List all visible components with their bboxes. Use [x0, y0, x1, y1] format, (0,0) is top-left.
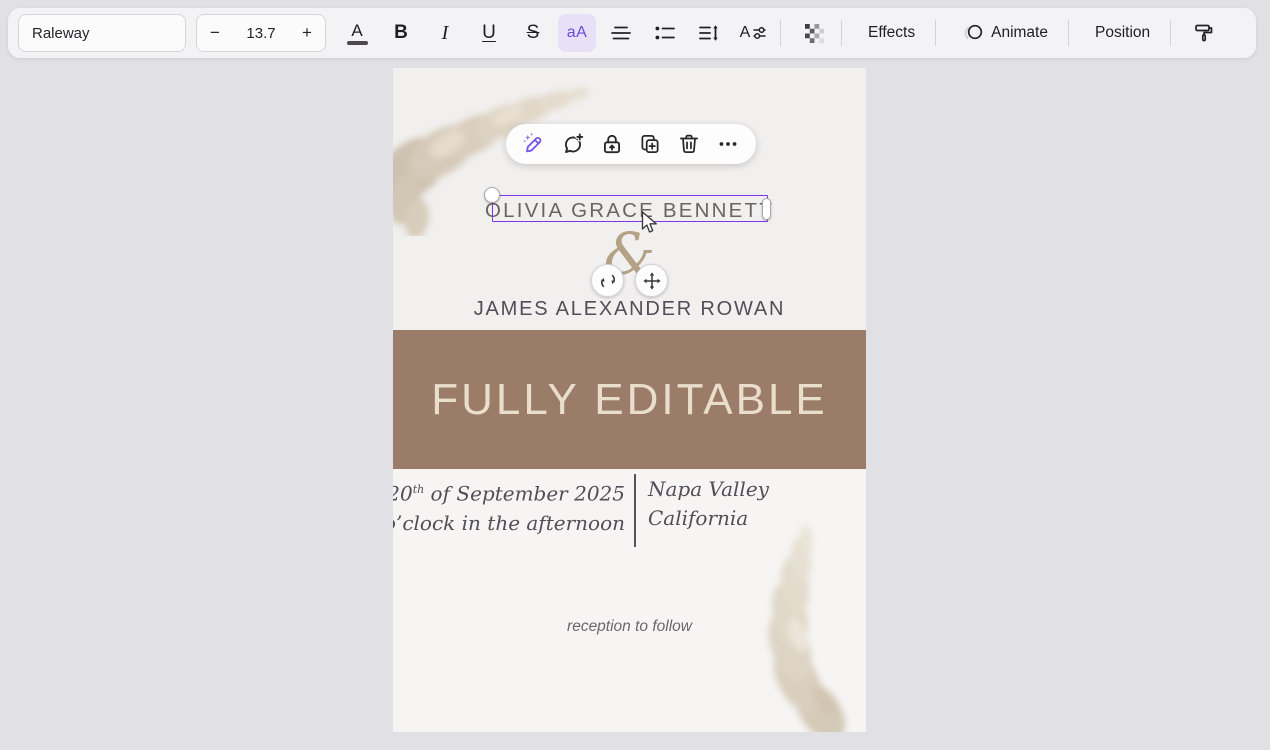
letter-a-glyph: A	[740, 24, 751, 42]
line-spacing-button[interactable]	[690, 14, 728, 52]
ampersand-text[interactable]: &	[393, 220, 866, 290]
move-icon	[643, 272, 661, 290]
text-case-button[interactable]: aA	[558, 14, 596, 52]
corner-resize-handle[interactable]	[484, 187, 500, 203]
add-comment-icon	[561, 132, 585, 156]
copy-style-button[interactable]	[1185, 14, 1223, 52]
more-options-button[interactable]	[715, 131, 741, 157]
font-family-value: Raleway	[32, 25, 90, 42]
font-family-selector[interactable]: Raleway	[18, 14, 186, 52]
paint-roller-icon	[1193, 22, 1215, 44]
toolbar-divider	[841, 20, 842, 46]
animate-label: Animate	[991, 24, 1048, 42]
lock-icon	[600, 132, 624, 156]
banner-text: FULLY EDITABLE	[431, 375, 828, 425]
line-spacing-icon	[699, 25, 719, 41]
toolbar-divider	[935, 20, 936, 46]
time-line: 3 o’clock in the afternoon	[393, 509, 625, 538]
effects-button[interactable]: Effects	[856, 14, 927, 52]
toolbar-divider	[780, 20, 781, 46]
more-dots-icon	[716, 132, 740, 156]
reception-note-text[interactable]: reception to follow	[393, 618, 866, 636]
side-resize-handle[interactable]	[762, 198, 771, 220]
font-size-value[interactable]: 13.7	[233, 25, 289, 42]
location-line-1: Napa Valley	[648, 475, 769, 504]
transparency-button[interactable]	[795, 14, 833, 52]
settings-sliders-icon	[753, 25, 766, 41]
selection-frame[interactable]	[492, 195, 768, 222]
toolbar-divider	[1068, 20, 1069, 46]
bulleted-list-button[interactable]	[646, 14, 684, 52]
strikethrough-button[interactable]: S	[514, 14, 552, 52]
decrease-font-size-button[interactable]: −	[197, 15, 233, 51]
magic-edit-button[interactable]	[521, 131, 547, 157]
rotate-handle[interactable]	[591, 264, 624, 297]
element-context-toolbar	[506, 124, 756, 164]
location-text[interactable]: Napa Valley California	[648, 475, 769, 533]
letter-spacing-settings-button[interactable]: A	[734, 14, 772, 52]
animate-button[interactable]: Animate	[950, 14, 1060, 52]
text-align-button[interactable]	[602, 14, 640, 52]
editable-banner[interactable]: FULLY EDITABLE	[393, 330, 866, 469]
date-line: 20th of September 2025	[393, 475, 625, 509]
text-color-icon: A	[347, 22, 368, 45]
magic-edit-icon	[522, 132, 546, 156]
format-toolbar: Raleway − 13.7 + A B I U S aA	[8, 8, 1256, 58]
add-comment-button[interactable]	[560, 131, 586, 157]
toolbar-divider	[1170, 20, 1171, 46]
italic-button[interactable]: I	[426, 14, 464, 52]
move-handle[interactable]	[635, 264, 668, 297]
duplicate-button[interactable]	[637, 131, 663, 157]
position-button[interactable]: Position	[1083, 14, 1162, 52]
delete-button[interactable]	[676, 131, 702, 157]
date-time-text[interactable]: 20th of September 2025 3 o’clock in the …	[393, 475, 625, 538]
duplicate-icon	[638, 132, 662, 156]
rotate-icon	[599, 272, 617, 290]
underline-button[interactable]: U	[470, 14, 508, 52]
details-divider-line[interactable]	[634, 474, 636, 547]
design-page[interactable]: OLIVIA GRACE BENNETT & JAMES ALEXANDER R…	[393, 68, 866, 732]
bulleted-list-icon	[655, 25, 675, 41]
trash-icon	[677, 132, 701, 156]
align-center-icon	[611, 25, 631, 41]
text-color-button[interactable]: A	[338, 14, 376, 52]
font-size-control: − 13.7 +	[196, 14, 326, 52]
groom-name-text[interactable]: JAMES ALEXANDER ROWAN	[393, 298, 866, 321]
increase-font-size-button[interactable]: +	[289, 15, 325, 51]
animate-icon	[962, 22, 984, 44]
lock-button[interactable]	[599, 131, 625, 157]
bold-button[interactable]: B	[382, 14, 420, 52]
transparency-checkerboard-icon	[805, 24, 824, 43]
location-line-2: California	[648, 504, 769, 533]
